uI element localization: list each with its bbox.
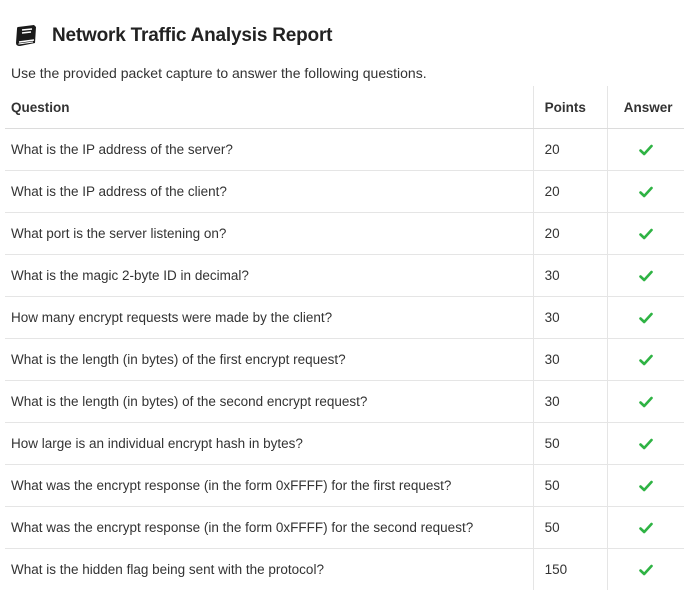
table-row: How large is an individual encrypt hash … bbox=[5, 422, 684, 465]
answer-cell bbox=[607, 296, 684, 339]
check-icon bbox=[639, 480, 653, 492]
table-row: What was the encrypt response (in the fo… bbox=[5, 506, 684, 549]
points-cell: 20 bbox=[532, 170, 608, 213]
table-row: What was the encrypt response (in the fo… bbox=[5, 464, 684, 507]
check-icon bbox=[639, 564, 653, 576]
check-icon bbox=[639, 186, 653, 198]
answer-column-header: Answer bbox=[607, 86, 684, 129]
points-cell: 30 bbox=[532, 380, 608, 423]
answer-cell bbox=[607, 422, 684, 465]
question-cell: What is the IP address of the client? bbox=[5, 170, 534, 213]
points-cell: 20 bbox=[532, 128, 608, 171]
points-cell: 30 bbox=[532, 338, 608, 381]
question-cell: How many encrypt requests were made by t… bbox=[5, 296, 534, 339]
answer-cell bbox=[607, 212, 684, 255]
table-header-row: Question Points Answer bbox=[5, 86, 684, 129]
check-icon bbox=[639, 228, 653, 240]
answer-cell bbox=[607, 506, 684, 549]
table-row: What is the magic 2-byte ID in decimal? 3… bbox=[5, 254, 684, 297]
question-cell: What is the magic 2-byte ID in decimal? bbox=[5, 254, 534, 297]
table-row: What port is the server listening on? 20 bbox=[5, 212, 684, 255]
answer-cell bbox=[607, 464, 684, 507]
table-body: What is the IP address of the server? 20 W… bbox=[5, 128, 684, 590]
points-cell: 50 bbox=[532, 464, 608, 507]
answer-cell bbox=[607, 338, 684, 381]
points-cell: 150 bbox=[532, 548, 608, 590]
points-cell: 30 bbox=[532, 296, 608, 339]
check-icon bbox=[639, 312, 653, 324]
question-cell: What was the encrypt response (in the fo… bbox=[5, 464, 534, 507]
answer-cell bbox=[607, 128, 684, 171]
question-cell: How large is an individual encrypt hash … bbox=[5, 422, 534, 465]
table-row: What is the length (in bytes) of the fir… bbox=[5, 338, 684, 381]
question-cell: What is the length (in bytes) of the sec… bbox=[5, 380, 534, 423]
answer-cell bbox=[607, 254, 684, 297]
book-icon bbox=[13, 23, 39, 49]
points-cell: 30 bbox=[532, 254, 608, 297]
answer-cell bbox=[607, 170, 684, 213]
page-title: Network Traffic Analysis Report bbox=[52, 25, 333, 46]
question-cell: What is the hidden flag being sent with … bbox=[11, 562, 324, 577]
check-icon bbox=[639, 438, 653, 450]
check-icon bbox=[639, 270, 653, 282]
table-row: What is the hidden flag being sent with … bbox=[5, 548, 684, 590]
instructions-text: Use the provided packet capture to answe… bbox=[11, 65, 427, 81]
question-cell: What was the encrypt response (in the fo… bbox=[5, 506, 534, 549]
question-cell: What port is the server listening on? bbox=[5, 212, 534, 255]
answer-cell bbox=[607, 380, 684, 423]
check-icon bbox=[639, 354, 653, 366]
points-cell: 50 bbox=[532, 506, 608, 549]
table-row: What is the IP address of the client? 20 bbox=[5, 170, 684, 213]
points-cell: 20 bbox=[532, 212, 608, 255]
table-row: What is the IP address of the server? 20 bbox=[5, 128, 684, 171]
points-cell: 50 bbox=[532, 422, 608, 465]
question-column-header: Question bbox=[5, 86, 534, 129]
check-icon bbox=[639, 396, 653, 408]
question-cell: What is the IP address of the server? bbox=[5, 128, 534, 171]
table-row: What is the length (in bytes) of the sec… bbox=[5, 380, 684, 423]
points-column-header: Points bbox=[532, 86, 608, 129]
check-icon bbox=[639, 522, 653, 534]
table-row: How many encrypt requests were made by t… bbox=[5, 296, 684, 339]
question-cell: What is the length (in bytes) of the fir… bbox=[5, 338, 534, 381]
check-icon bbox=[639, 144, 653, 156]
answer-cell bbox=[607, 548, 684, 590]
questions-table: Question Points Answer What is the IP ad… bbox=[5, 86, 684, 590]
report-header: Network Traffic Analysis Report bbox=[13, 22, 332, 50]
